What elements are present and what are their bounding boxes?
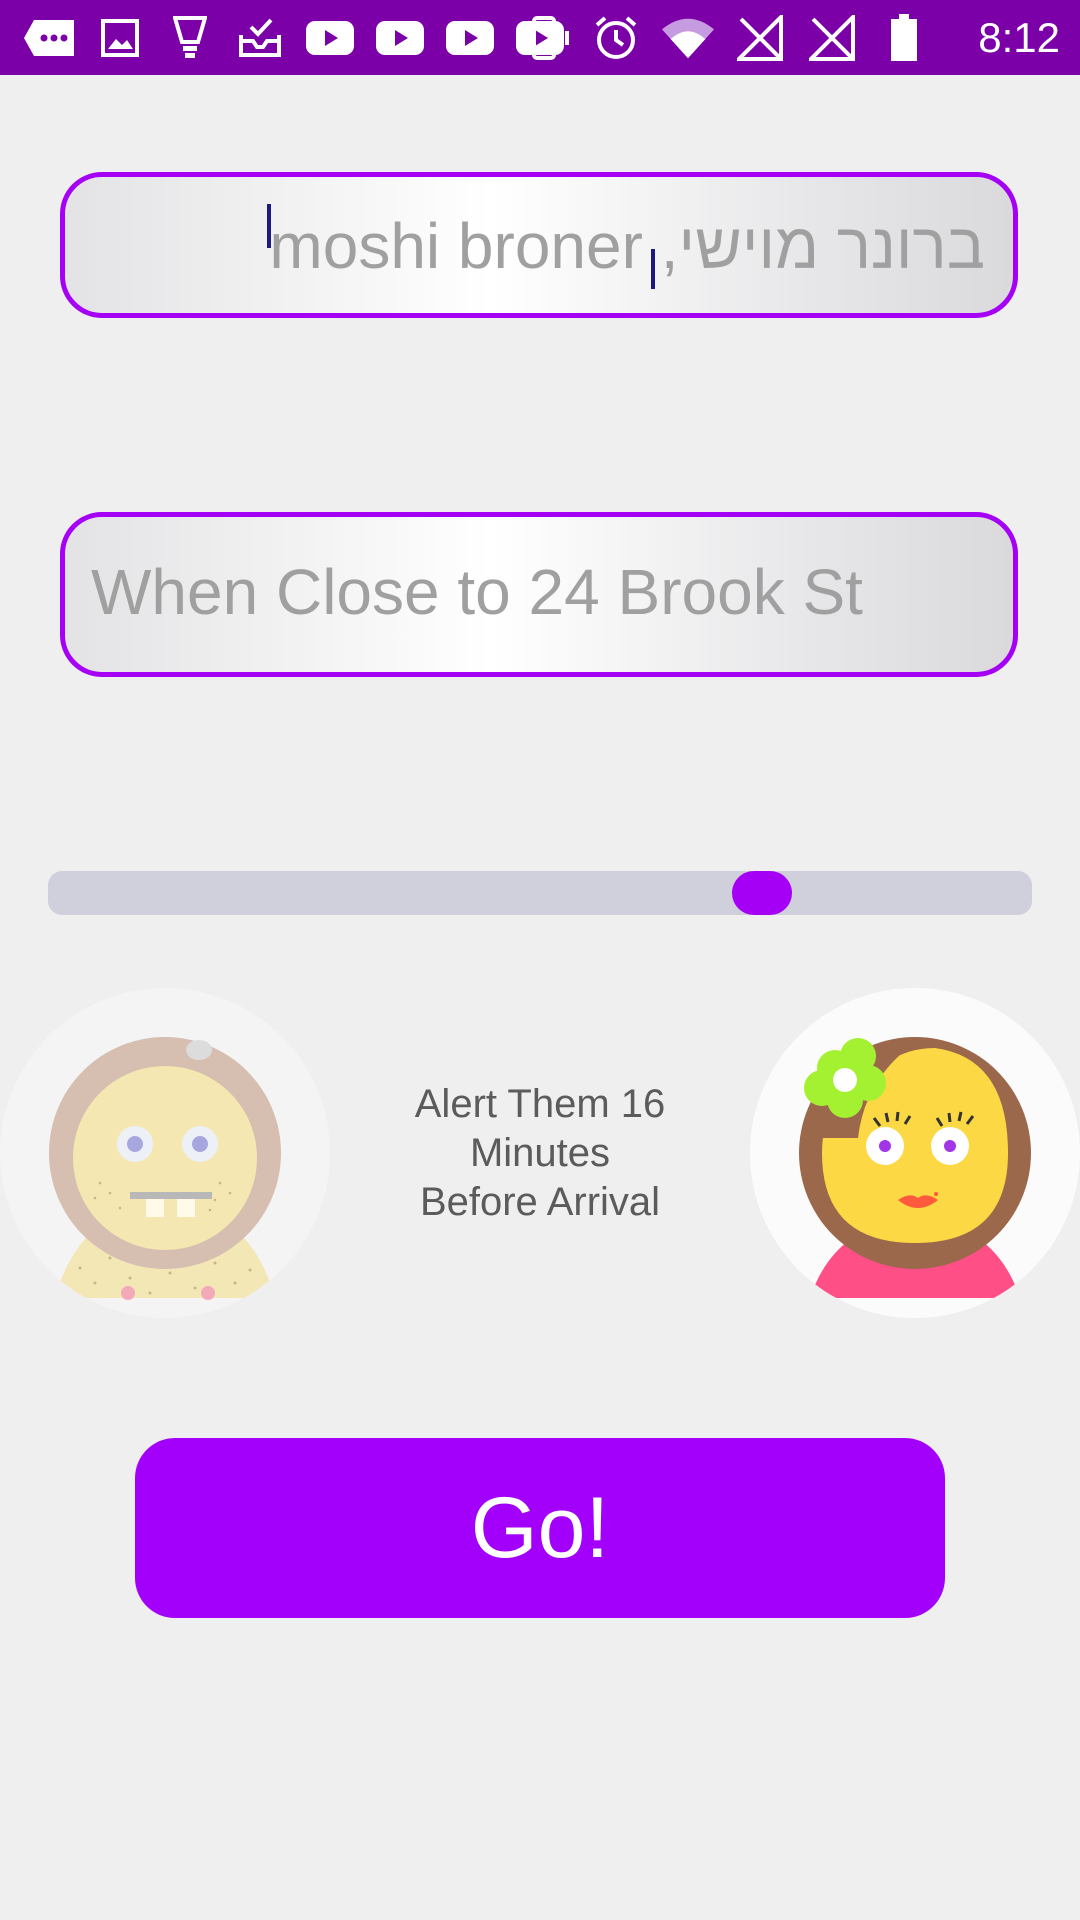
alert-text-line: Before Arrival	[419, 1180, 661, 1224]
girl-avatar-icon[interactable]	[750, 988, 1080, 1318]
alert-text-line: Alert Them 16	[414, 1082, 666, 1126]
wifi-icon	[662, 12, 714, 64]
boy-avatar-icon[interactable]	[0, 988, 330, 1318]
slider-thumb[interactable]	[731, 871, 792, 915]
status-bar: 8:12	[0, 0, 1080, 75]
location-field[interactable]: When Close to 24 Brook St	[60, 512, 1018, 677]
youtube-icon	[374, 12, 426, 64]
text-cursor	[651, 249, 655, 289]
minutes-slider[interactable]	[48, 871, 1032, 915]
youtube-icon	[304, 12, 356, 64]
inbox-check-icon	[234, 12, 286, 64]
location-field-value: When Close to 24 Brook St	[91, 556, 863, 628]
contact-field[interactable]: moshi broner ,ברונר מוישי	[60, 172, 1018, 318]
alarm-icon	[590, 12, 642, 64]
contact-field-value: moshi broner ,ברונר מוישי	[269, 210, 985, 282]
notification-icons	[24, 0, 566, 75]
alert-text: Alert Them 16 Minutes Before Arrival	[370, 1080, 710, 1227]
status-time: 8:12	[978, 14, 1060, 61]
no-signal-icon	[806, 12, 858, 64]
no-signal-icon	[734, 12, 786, 64]
alert-text-line: Minutes	[469, 1131, 611, 1175]
vibrate-icon	[518, 12, 570, 64]
battery-icon	[878, 12, 930, 64]
go-button[interactable]: Go!	[135, 1438, 945, 1618]
gallery-icon	[94, 12, 146, 64]
more-icon	[24, 12, 76, 64]
youtube-icon	[444, 12, 496, 64]
system-icons	[518, 0, 930, 75]
lightbulb-icon	[164, 12, 216, 64]
